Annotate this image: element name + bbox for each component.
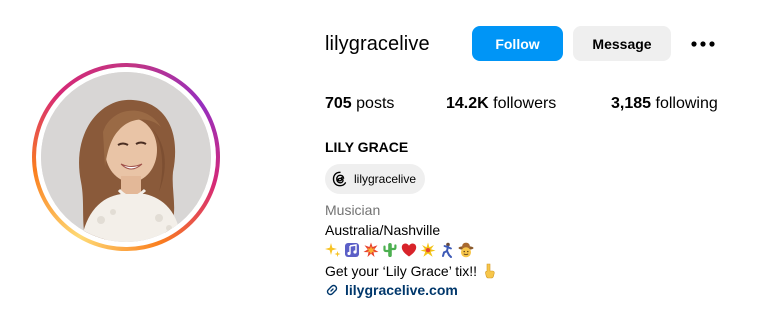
cowboy-face-icon: [458, 242, 474, 258]
bio-location: Australia/Nashville: [325, 222, 441, 238]
profile-header: lilygracelive Follow Message 705 posts 1…: [0, 0, 777, 327]
threads-badge[interactable]: lilygracelive: [325, 164, 426, 194]
following-stat[interactable]: 3,185 following: [611, 94, 718, 114]
heart-icon: [401, 242, 417, 258]
posts-stat: 705 posts: [325, 94, 394, 114]
followers-label: followers: [493, 95, 557, 112]
followers-count: 14.2K: [446, 95, 489, 112]
dancer-icon: [439, 242, 455, 258]
story-ring[interactable]: [32, 63, 220, 251]
profile-category: Musician: [325, 202, 381, 218]
external-link[interactable]: lilygracelive.com: [325, 282, 458, 298]
collision-icon: [363, 242, 379, 258]
following-count: 3,185: [611, 95, 652, 112]
following-label: following: [655, 95, 718, 112]
sparkles-icon: [325, 242, 341, 258]
full-name: LILY GRACE: [325, 139, 409, 155]
spark-burst-icon: [420, 242, 436, 258]
message-button[interactable]: Message: [573, 26, 671, 61]
musical-notes-icon: [344, 242, 360, 258]
username: lilygracelive: [325, 33, 430, 55]
posts-count: 705: [325, 95, 352, 112]
follow-button[interactable]: Follow: [472, 26, 563, 61]
bio-emoji-row: [325, 241, 474, 259]
point-down-icon: [481, 263, 497, 279]
avatar[interactable]: [41, 72, 211, 242]
threads-handle: lilygracelive: [354, 172, 417, 186]
posts-label: posts: [356, 95, 395, 112]
profile-photo: [41, 72, 211, 242]
more-options-icon[interactable]: [688, 32, 718, 56]
bio-tagline: Get your ‘Lily Grace’ tix!!: [325, 263, 477, 279]
bio-tagline-row: Get your ‘Lily Grace’ tix!!: [325, 262, 497, 280]
cactus-icon: [382, 242, 398, 258]
followers-stat[interactable]: 14.2K followers: [446, 94, 556, 114]
link-icon: [325, 283, 339, 297]
external-link-text: lilygracelive.com: [345, 282, 458, 298]
threads-icon: [332, 171, 348, 187]
